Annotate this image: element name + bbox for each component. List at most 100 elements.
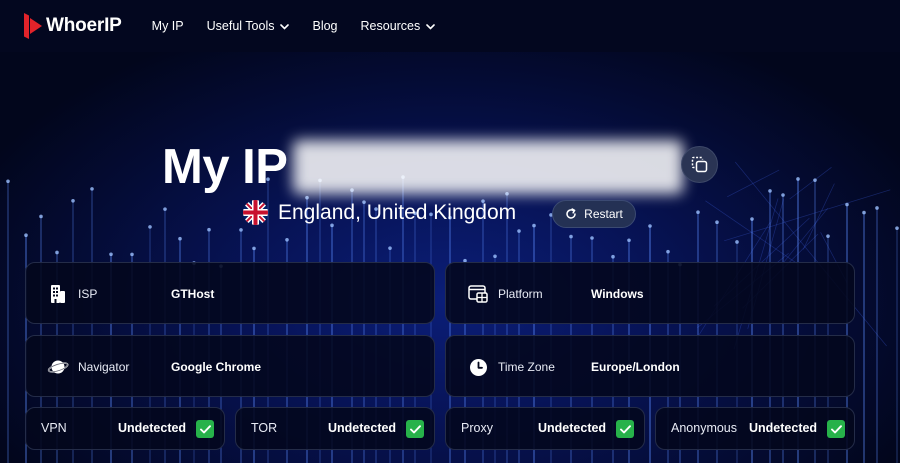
nav-item-label: My IP — [151, 19, 184, 33]
vpn-label: VPN — [41, 421, 67, 435]
nav-item-label: Useful Tools — [206, 19, 275, 33]
tor-status-card: TOR Undetected — [235, 407, 435, 450]
nav-item-label: Blog — [312, 19, 338, 33]
planet-icon — [47, 356, 69, 378]
background-network-graphic — [6, 161, 899, 463]
nav-item-my-ip[interactable]: My IP — [152, 19, 184, 33]
background-bar-dot — [750, 217, 754, 221]
background-bar-dot — [715, 220, 719, 225]
platform-label: Platform — [498, 287, 543, 301]
timezone-card: Time Zone Europe/London — [445, 335, 855, 397]
nav-item-blog[interactable]: Blog — [312, 19, 337, 33]
nav-item-label: Resources — [360, 19, 421, 33]
network-line — [802, 183, 835, 250]
refresh-icon — [566, 208, 576, 219]
anonymous-label: Anonymous — [671, 421, 738, 435]
background-bar-dot — [826, 234, 830, 238]
background-bar-dot — [648, 224, 652, 228]
background-bar-dot — [39, 214, 43, 219]
checkmark-icon — [196, 420, 214, 438]
network-line — [789, 167, 832, 200]
background-bar-dot — [55, 250, 59, 255]
building-icon — [47, 283, 69, 305]
isp-label: ISP — [78, 287, 98, 301]
background-bar-dot — [239, 228, 243, 232]
isp-card: ISP GTHost — [25, 262, 435, 324]
vpn-status-card: VPN Undetected — [25, 407, 225, 450]
whoerip-logo-icon — [24, 13, 42, 39]
nav-item-resources[interactable]: Resources — [361, 19, 436, 33]
timezone-value: Europe/London — [591, 360, 680, 374]
background-bar-dot — [862, 210, 866, 215]
checkmark-icon — [827, 420, 845, 438]
network-line — [727, 169, 780, 198]
vpn-value: Undetected — [118, 421, 187, 435]
nav-item-useful-tools[interactable]: Useful Tools — [207, 19, 290, 33]
copy-icon — [691, 156, 708, 173]
background-bar-dot — [875, 206, 879, 210]
ip-address-blurred[interactable] — [293, 140, 683, 194]
background-bar-dot — [627, 238, 631, 243]
background-bar-dot — [305, 195, 309, 200]
page-title: My IP — [162, 140, 288, 194]
navigator-label: Navigator — [78, 360, 130, 374]
background-bar-dot — [611, 254, 615, 259]
background-bar-dot — [532, 223, 536, 228]
background-bar-dot — [130, 252, 134, 257]
background-bar-dot — [493, 254, 497, 259]
network-line — [783, 207, 829, 263]
background-bar-dot — [148, 225, 152, 229]
tor-label: TOR — [251, 421, 278, 435]
navigator-value: Google Chrome — [171, 360, 262, 374]
background-bar-dot — [666, 249, 670, 254]
background-bar-dot — [569, 234, 573, 239]
background-bar-dot — [590, 236, 594, 240]
background-bar-dot — [71, 198, 75, 203]
background-bar-dot — [813, 178, 817, 182]
proxy-value: Undetected — [538, 421, 607, 435]
timezone-label: Time Zone — [498, 360, 555, 374]
background-bar-dot — [6, 179, 10, 184]
checkmark-icon — [616, 420, 634, 438]
isp-value: GTHost — [171, 287, 215, 301]
chevron-down-icon — [280, 19, 290, 33]
background-bar-dot — [895, 226, 899, 230]
background-bar-dot — [90, 187, 94, 191]
tor-value: Undetected — [328, 421, 397, 435]
uk-flag-icon — [243, 200, 268, 225]
platform-card: Platform Windows — [445, 262, 855, 324]
background-bar-dot — [796, 177, 800, 181]
restart-button[interactable]: Restart — [552, 200, 636, 228]
chevron-down-icon — [426, 19, 436, 33]
background-bar-dot — [24, 233, 28, 238]
clock-icon — [467, 356, 489, 378]
proxy-status-card: Proxy Undetected — [445, 407, 645, 450]
copy-ip-button[interactable] — [681, 146, 718, 183]
top-navbar: WhoerIP My IP Useful Tools Blog Resource… — [0, 0, 900, 52]
background-bar-dot — [845, 202, 849, 207]
page: WhoerIP My IP Useful Tools Blog Resource… — [0, 0, 900, 463]
background-bar-dot — [163, 207, 167, 211]
brand-logo[interactable]: WhoerIP — [24, 13, 122, 39]
brand-name: WhoerIP — [46, 15, 122, 36]
anonymous-status-card: Anonymous Undetected — [655, 407, 855, 450]
background-bar-dot — [696, 210, 700, 215]
navigator-card: Navigator Google Chrome — [25, 335, 435, 397]
location: England, United Kingdom — [243, 200, 516, 225]
background-bar-dot — [252, 246, 256, 251]
location-text: England, United Kingdom — [278, 200, 517, 224]
background-bar-dot — [207, 227, 211, 232]
proxy-label: Proxy — [461, 421, 493, 435]
background-bar-dot — [178, 236, 182, 241]
background-bar-dot — [735, 240, 739, 244]
background-bar-dot — [517, 229, 521, 233]
background-bar-dot — [285, 237, 289, 242]
background-bar-dot — [109, 252, 113, 257]
anonymous-value: Undetected — [749, 421, 818, 435]
background-bar-dot — [781, 193, 785, 197]
checkmark-icon — [406, 420, 424, 438]
background-bar-dot — [388, 246, 392, 250]
platform-value: Windows — [591, 287, 644, 301]
windows-platform-icon — [467, 283, 489, 305]
background-bar-dot — [768, 189, 772, 193]
